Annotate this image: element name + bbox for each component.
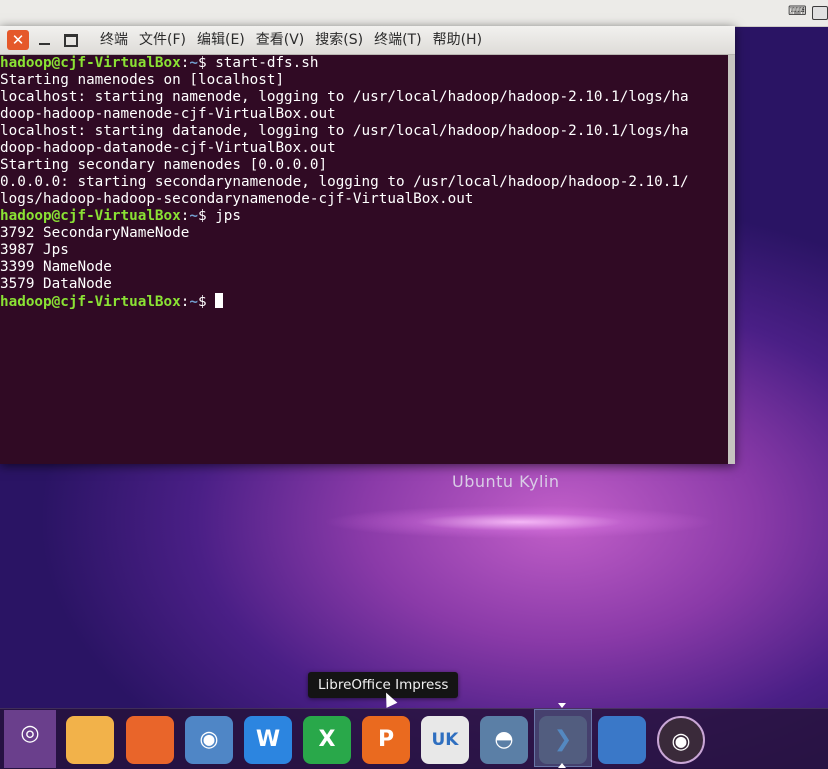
menu-item-4[interactable]: 搜索(S)	[315, 26, 363, 54]
prompt-line: hadoop@cjf-VirtualBox:~$ jps	[0, 208, 727, 225]
keyboard-icon[interactable]: ⌨	[788, 5, 807, 19]
top-panel: ⌨	[0, 0, 828, 27]
minimize-button[interactable]	[33, 30, 55, 50]
output-line: localhost: starting datanode, logging to…	[0, 123, 689, 139]
command-text: $	[197, 294, 216, 310]
window-titlebar[interactable]: ✕ 终端 文件(F) 编辑(E) 查看(V) 搜索(S) 终端(T) 帮助(H)	[0, 26, 735, 55]
terminal-scrollbar[interactable]	[728, 55, 735, 464]
prompt-line: hadoop@cjf-VirtualBox:~$ start-dfs.sh	[0, 55, 727, 72]
running-indicator-bottom	[558, 763, 566, 768]
output-line: Starting namenodes on [localhost]	[0, 72, 285, 88]
menubar: 终端 文件(F) 编辑(E) 查看(V) 搜索(S) 终端(T) 帮助(H)	[100, 26, 493, 54]
output-line: logs/hadoop-hadoop-secondarynamenode-cjf…	[0, 191, 474, 207]
output-line: 3579 DataNode	[0, 276, 112, 292]
output-line: 3792 SecondaryNameNode	[0, 225, 190, 241]
menu-item-2[interactable]: 编辑(E)	[197, 26, 245, 54]
firefox-icon[interactable]	[126, 716, 174, 764]
running-indicator-top	[558, 703, 566, 708]
prompt-path: ~	[189, 208, 198, 224]
menu-item-6[interactable]: 帮助(H)	[433, 26, 482, 54]
prompt-path: ~	[189, 294, 198, 310]
menu-item-1[interactable]: 文件(F)	[139, 26, 186, 54]
output-line: 3399 NameNode	[0, 259, 112, 275]
output-line: Starting secondary namenodes [0.0.0.0]	[0, 157, 328, 173]
workspace-switcher-icon[interactable]	[598, 716, 646, 764]
menu-item-3[interactable]: 查看(V)	[256, 26, 305, 54]
output-line: localhost: starting namenode, logging to…	[0, 89, 689, 105]
prompt-user: hadoop@cjf-VirtualBox	[0, 55, 181, 71]
output-line: 3987 Jps	[0, 242, 69, 258]
menu-item-0[interactable]: 终端	[100, 26, 128, 54]
output-line: 0.0.0.0: starting secondarynamenode, log…	[0, 174, 689, 190]
kylin-assistant-icon[interactable]: ◓	[480, 716, 528, 764]
calc-icon[interactable]: X	[303, 716, 351, 764]
command-text: $ start-dfs.sh	[197, 55, 319, 71]
active-app-highlight	[534, 709, 592, 767]
command-text: $ jps	[197, 208, 242, 224]
desktop-brand-text: Ubuntu Kylin	[452, 472, 560, 491]
prompt-user: hadoop@cjf-VirtualBox	[0, 294, 181, 310]
terminal-window: ✕ 终端 文件(F) 编辑(E) 查看(V) 搜索(S) 终端(T) 帮助(H) hadoo…	[0, 26, 735, 464]
menu-item-5[interactable]: 终端(T)	[374, 26, 421, 54]
dash-home-icon[interactable]: ◎	[4, 710, 56, 768]
browser-icon[interactable]: ◉	[185, 716, 233, 764]
prompt-line: hadoop@cjf-VirtualBox:~$	[0, 293, 727, 310]
software-center-icon[interactable]: UK	[421, 716, 469, 764]
close-icon: ✕	[11, 31, 25, 49]
network-icon[interactable]	[812, 6, 828, 20]
terminal-output[interactable]: hadoop@cjf-VirtualBox:~$ start-dfs.sh Sta…	[0, 55, 727, 464]
dvd-icon[interactable]: ◉	[657, 716, 705, 764]
output-line: doop-hadoop-namenode-cjf-VirtualBox.out	[0, 106, 336, 122]
prompt-path: ~	[189, 55, 198, 71]
output-line: doop-hadoop-datanode-cjf-VirtualBox.out	[0, 140, 336, 156]
impress-icon[interactable]: P	[362, 716, 410, 764]
text-cursor	[215, 293, 224, 308]
launcher-dock: ◎◉WXPUK◓❯◉	[0, 708, 828, 769]
files-folder-icon[interactable]	[66, 716, 114, 764]
maximize-button[interactable]	[59, 30, 81, 50]
prompt-user: hadoop@cjf-VirtualBox	[0, 208, 181, 224]
writer-icon[interactable]: W	[244, 716, 292, 764]
close-button[interactable]: ✕	[7, 30, 29, 50]
